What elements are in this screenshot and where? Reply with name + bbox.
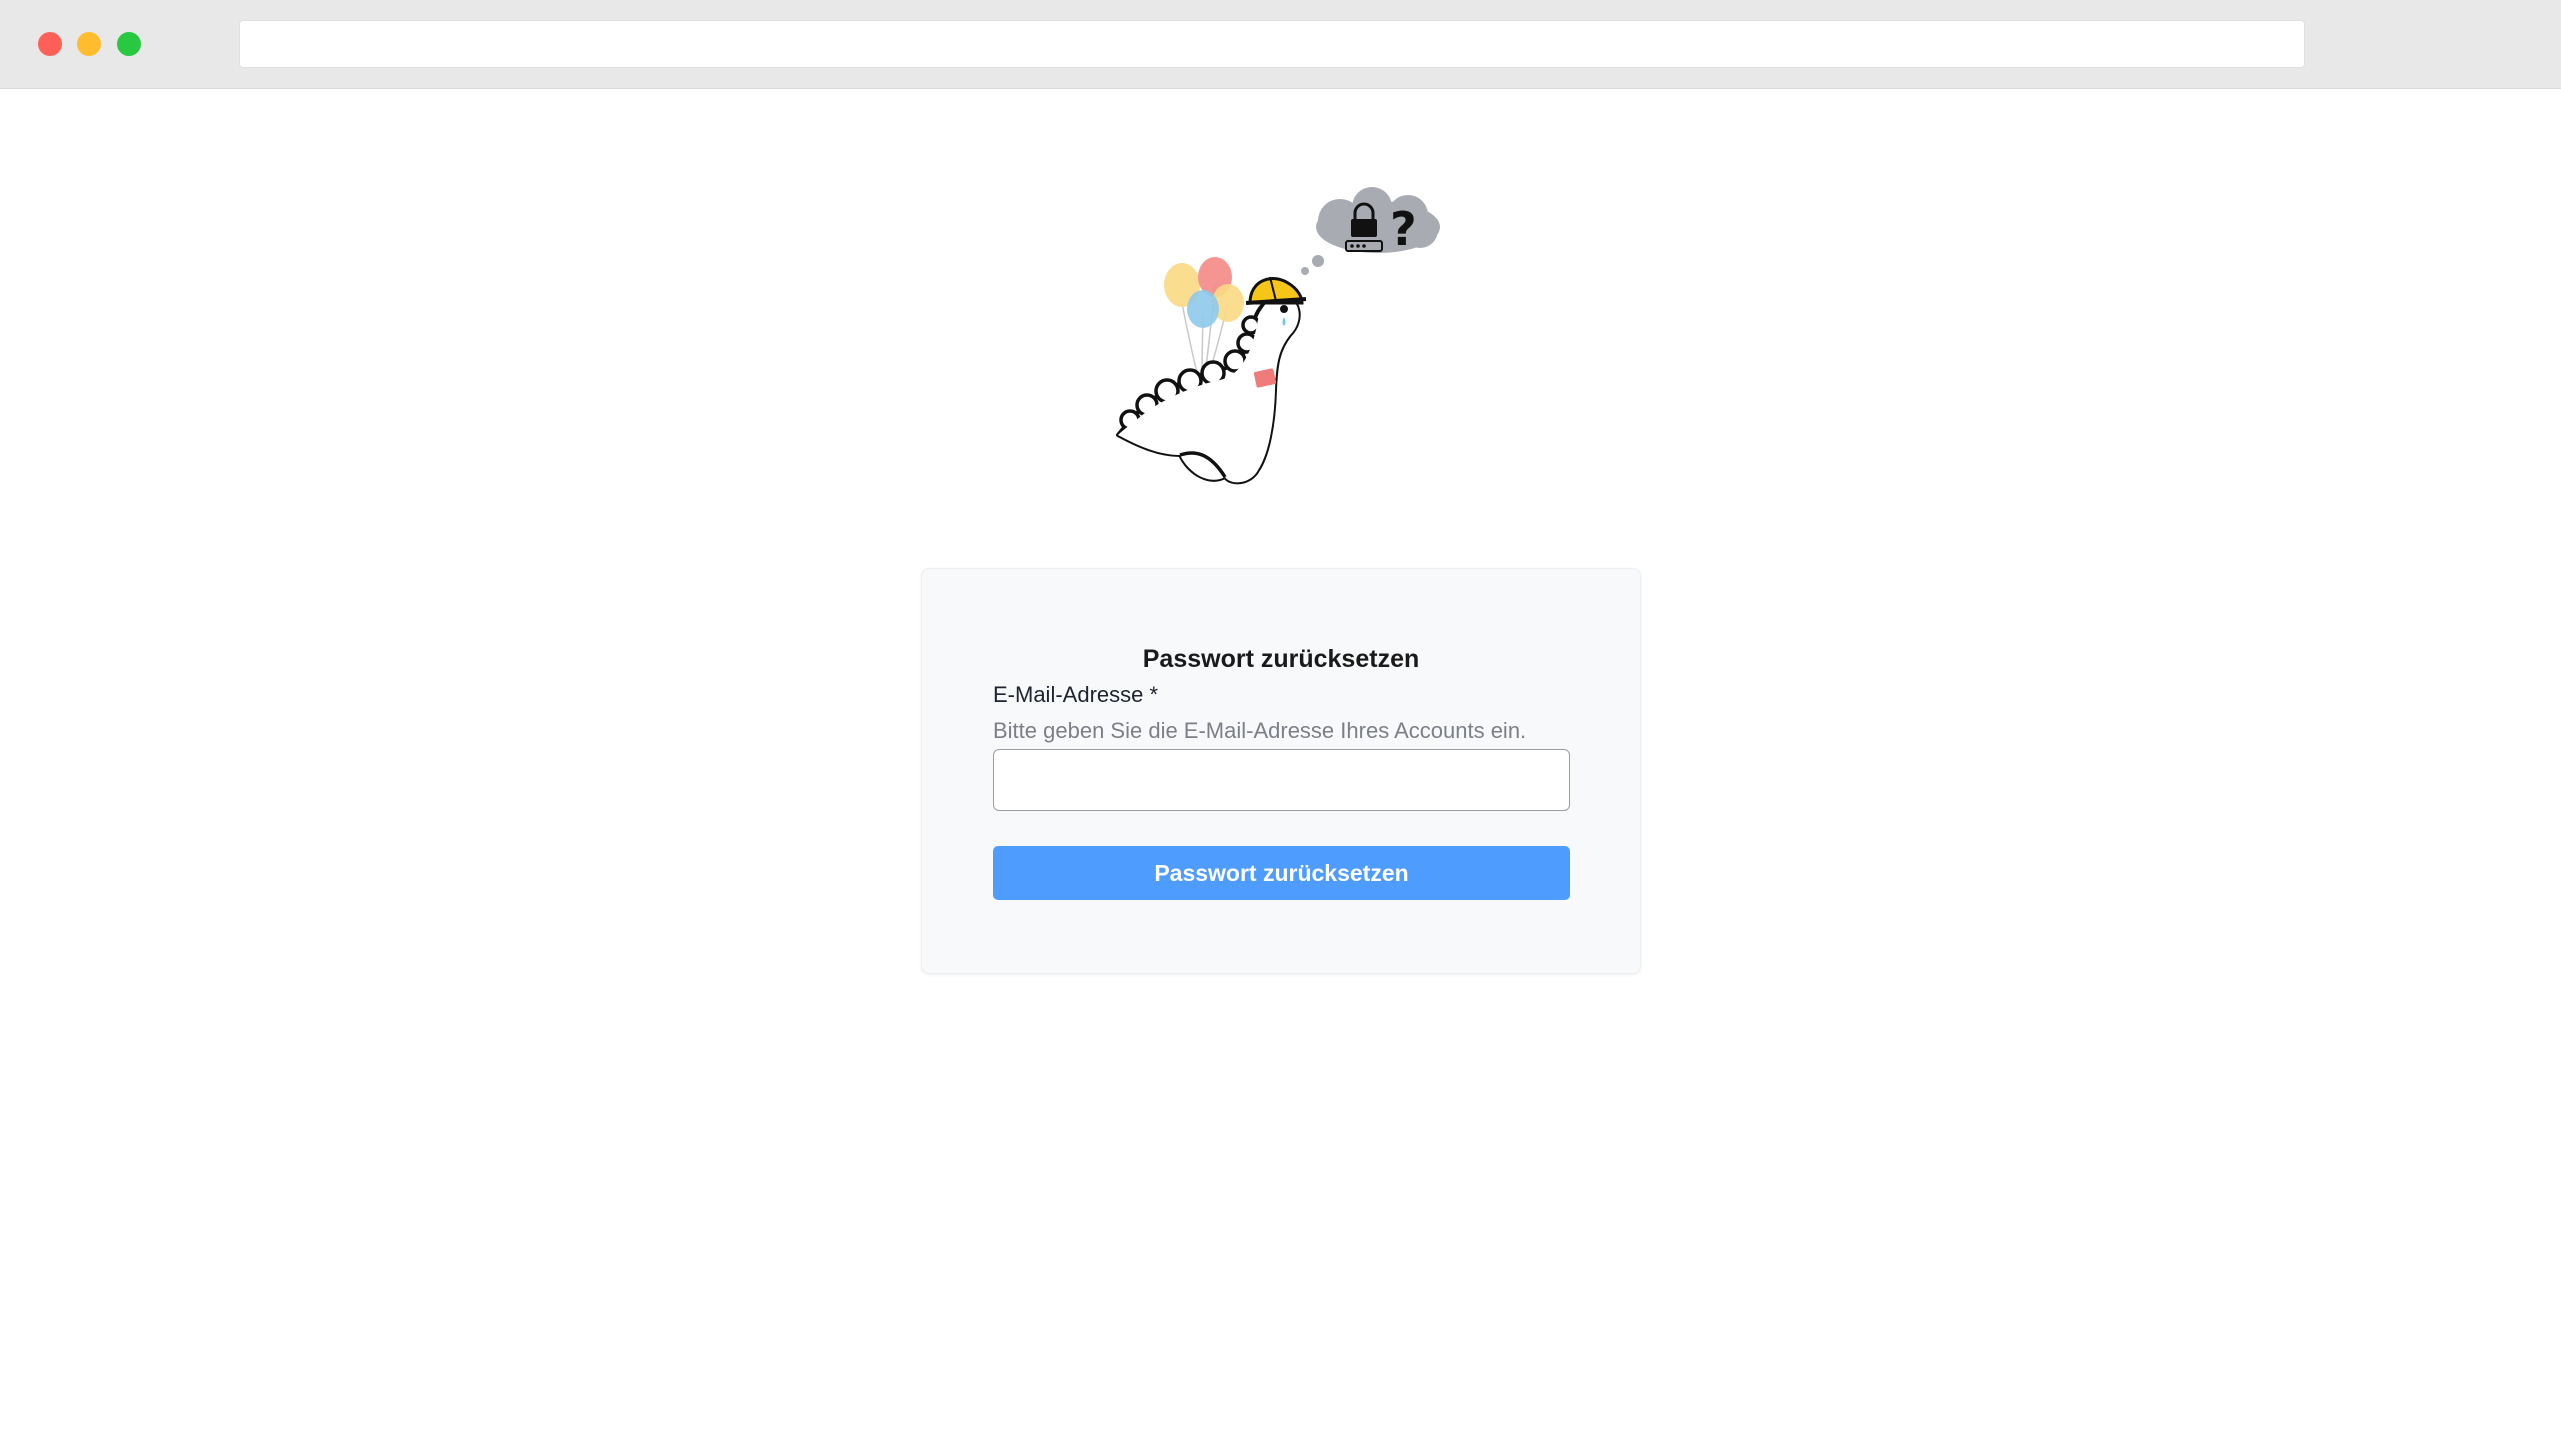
email-input[interactable] <box>993 749 1570 811</box>
window-minimize-button[interactable] <box>77 32 101 56</box>
thought-bubble-icon: ? <box>1316 187 1440 256</box>
browser-titlebar <box>0 0 2561 89</box>
email-label: E-Mail-Adresse * <box>993 682 1159 707</box>
question-mark-icon: ? <box>1390 202 1417 256</box>
balloons-icon <box>1164 257 1244 328</box>
dinosaur-illustration-icon: ? <box>1116 187 1440 485</box>
email-hint: Bitte geben Sie die E-Mail-Adresse Ihres… <box>993 718 1527 743</box>
window-maximize-button[interactable] <box>117 32 141 56</box>
window-close-button[interactable] <box>38 32 62 56</box>
page-title: Passwort zurücksetzen <box>1142 645 1420 673</box>
reset-password-card: Passwort zurücksetzen E-Mail-Adresse * B… <box>921 568 1641 974</box>
address-bar[interactable] <box>239 20 2305 68</box>
browser-window: ? Passwort zurücksetzen E-Mail-Adresse *… <box>0 0 2561 1435</box>
hard-hat-icon <box>1245 276 1307 305</box>
reset-password-button[interactable]: Passwort zurücksetzen <box>993 846 1570 900</box>
